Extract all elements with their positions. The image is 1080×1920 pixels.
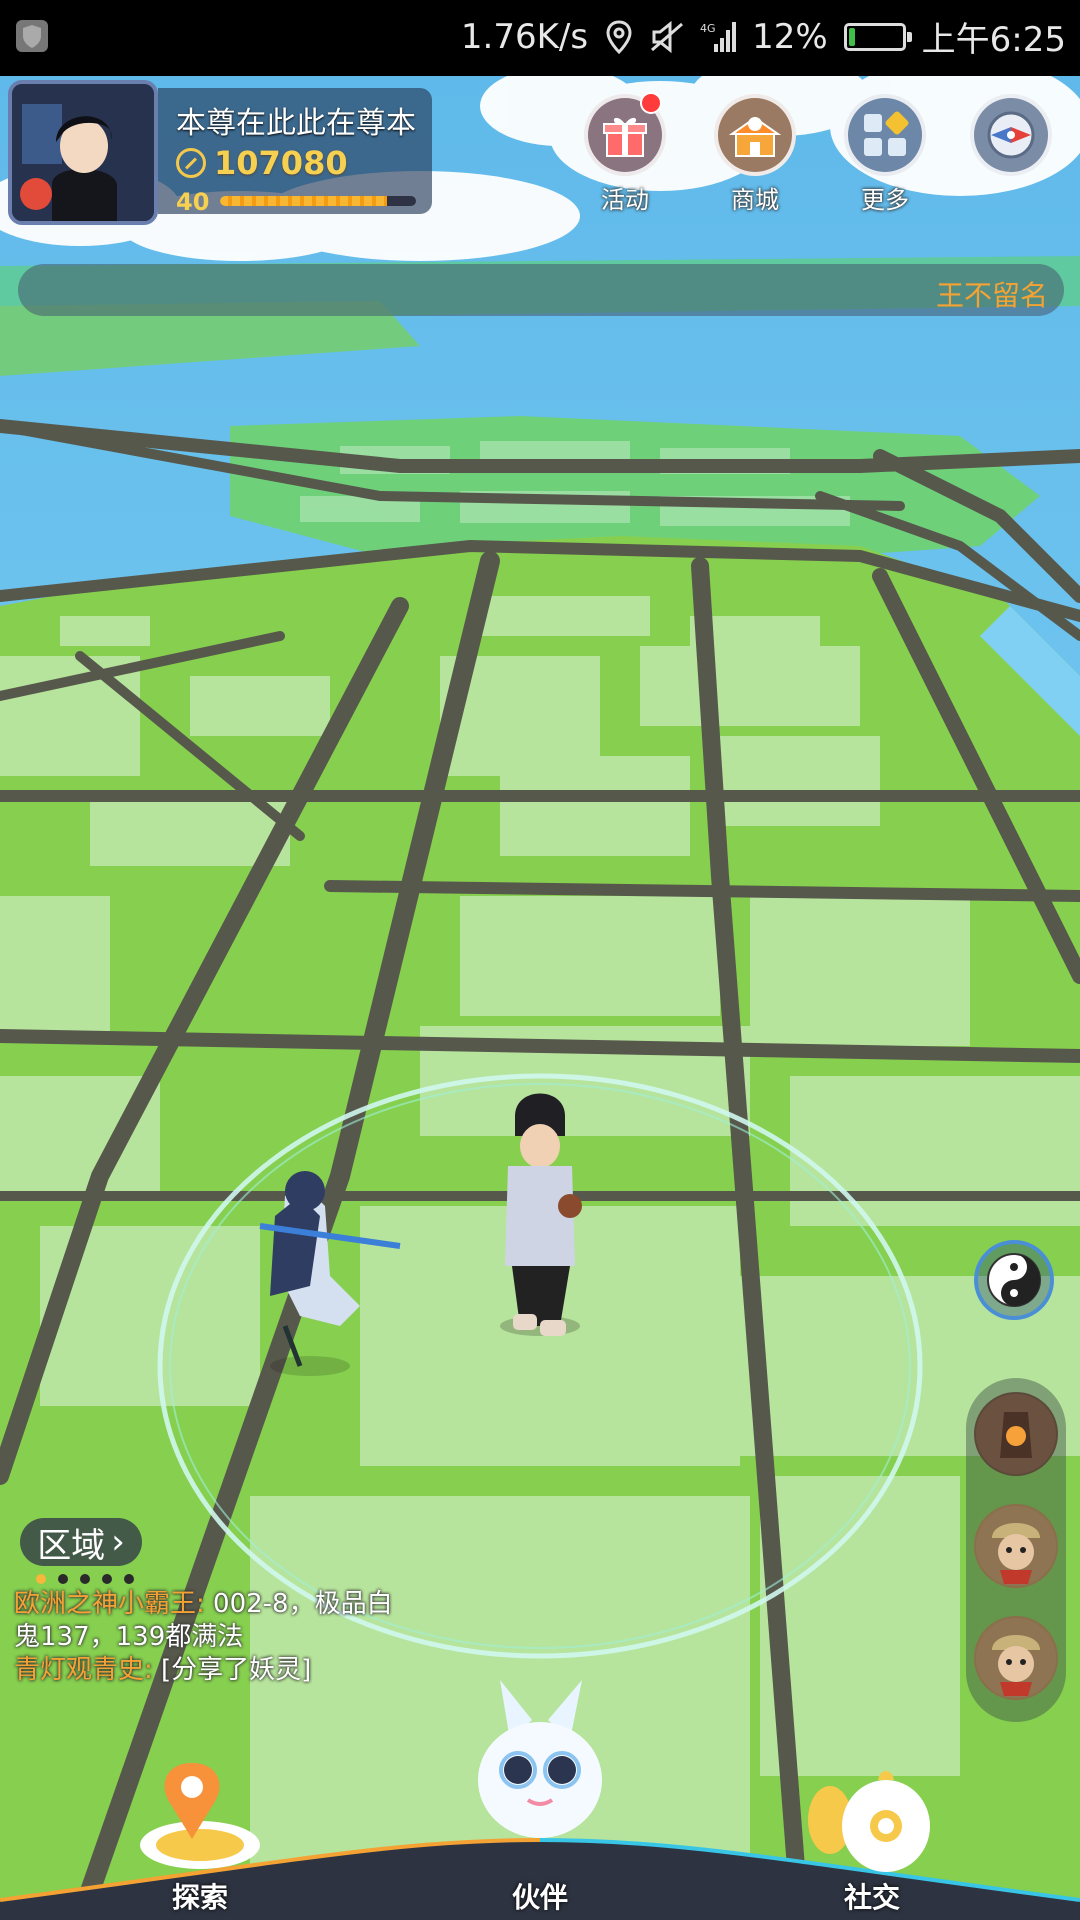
more-label: 更多	[861, 186, 909, 214]
battery-icon	[843, 22, 912, 51]
grid-icon	[864, 111, 909, 156]
compass-button[interactable]	[966, 94, 1056, 176]
explore-label: 探索	[172, 1881, 229, 1914]
nearby-spirit-2[interactable]	[974, 1504, 1058, 1588]
player-level: 40	[176, 188, 210, 216]
player-name: 本尊在此此在尊本	[176, 106, 416, 141]
doll-spirit-icon	[976, 1618, 1056, 1698]
page-dot	[124, 1574, 134, 1584]
spirit-icon	[478, 1680, 602, 1838]
avatar-portrait-icon	[12, 84, 154, 221]
chevron-right-icon: ›	[111, 1522, 125, 1562]
clock: 上午6:25	[921, 20, 1066, 60]
social-icon	[808, 1771, 930, 1872]
chat-message: 002-8，极品白	[204, 1589, 393, 1619]
social-label: 社交	[844, 1881, 901, 1914]
network-speed: 1.76K/s	[460, 16, 589, 57]
svg-text:4G: 4G	[700, 22, 716, 35]
region-button[interactable]: 区域 ›	[20, 1518, 142, 1566]
avatar[interactable]	[8, 80, 158, 225]
chat-message: 鬼137，139都满法	[14, 1622, 244, 1652]
chat-line: 鬼137，139都满法	[14, 1621, 434, 1654]
nearby-spirit-3[interactable]	[974, 1616, 1058, 1700]
more-button[interactable]: 更多	[840, 94, 930, 215]
shop-icon	[728, 116, 782, 157]
explore-tab[interactable]	[130, 1755, 270, 1875]
events-button[interactable]: 活动	[580, 92, 670, 215]
region-label: 区域	[37, 1525, 106, 1566]
page-dot	[80, 1574, 90, 1584]
page-dot	[102, 1574, 112, 1584]
yinyang-icon	[987, 1253, 1041, 1307]
shop-button[interactable]: 商城	[710, 94, 800, 215]
events-label: 活动	[601, 186, 649, 214]
player-profile[interactable]: 本尊在此此在尊本 107080 40	[8, 80, 432, 225]
partner-label: 伙伴	[512, 1881, 569, 1914]
page-indicator	[36, 1574, 134, 1584]
chat-feed[interactable]: 欧洲之神小霸王: 002-8，极品白 鬼137，139都满法 青灯观青史: [分…	[14, 1588, 434, 1687]
power-value: 107080	[214, 144, 348, 182]
chat-sender: 欧洲之神小霸王:	[14, 1589, 205, 1619]
gift-icon	[603, 117, 647, 157]
doll-spirit-icon	[976, 1506, 1056, 1586]
nearby-spirits-panel	[966, 1378, 1066, 1722]
chat-line: 欧洲之神小霸王: 002-8，极品白	[14, 1588, 434, 1621]
marquee-text: 王不留名	[935, 279, 1048, 312]
page-dot	[36, 1574, 46, 1584]
social-tab[interactable]	[800, 1760, 940, 1880]
lantern-spirit-icon	[976, 1394, 1056, 1474]
location-icon	[606, 19, 632, 54]
xp-bar	[220, 196, 416, 206]
signal-icon: 4G	[700, 21, 737, 52]
power-icon	[176, 148, 206, 178]
shop-label: 商城	[731, 186, 779, 214]
xp-fill	[220, 196, 387, 206]
mute-icon	[651, 20, 684, 53]
notification-badge	[640, 92, 662, 114]
battery-percent: 12%	[752, 16, 828, 57]
status-bar: 1.76K/s 4G 12% 上午6:25	[0, 0, 1080, 76]
chat-line: 青灯观青史: [分享了妖灵]	[14, 1654, 434, 1687]
compass-icon	[987, 111, 1035, 159]
map-pin-icon	[140, 1763, 260, 1869]
profile-panel: 本尊在此此在尊本 107080 40	[158, 88, 432, 216]
partner-tab[interactable]	[470, 1680, 610, 1840]
nearby-spirit-1[interactable]	[974, 1392, 1058, 1476]
page-dot	[58, 1574, 68, 1584]
announcement-marquee: 王不留名	[18, 264, 1064, 316]
chat-sender: 青灯观青史:	[14, 1655, 153, 1685]
shield-icon	[16, 20, 48, 52]
power-row: 107080	[176, 144, 348, 182]
yinyang-button[interactable]	[974, 1240, 1054, 1320]
chat-message: [分享了妖灵]	[152, 1655, 312, 1685]
